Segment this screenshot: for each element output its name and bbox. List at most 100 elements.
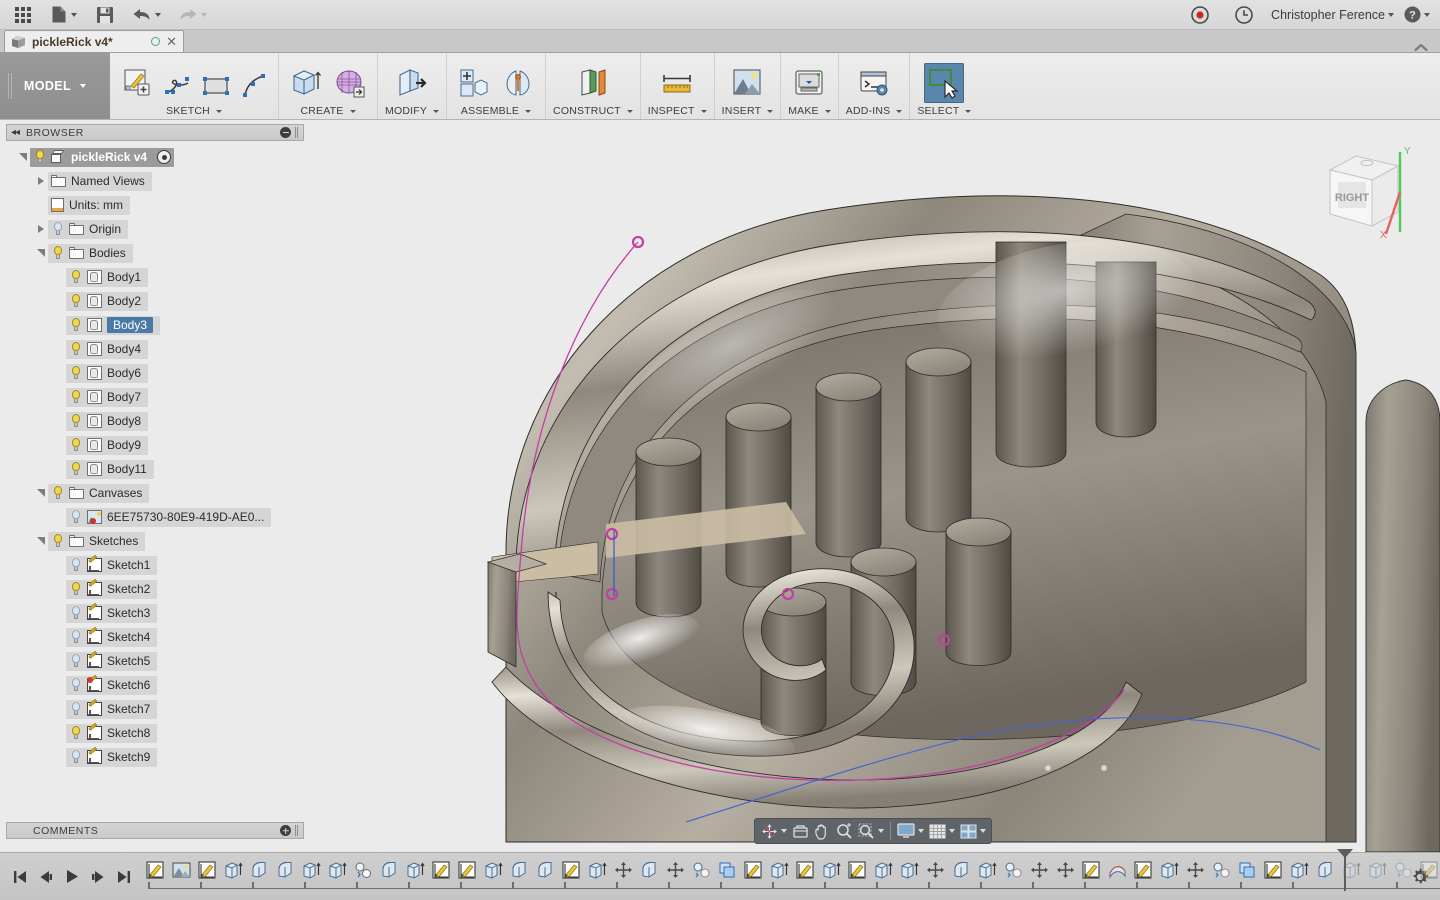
viewport-layout-dropdown-icon[interactable] [980, 829, 986, 833]
browser-item-chip[interactable]: Body6 [66, 364, 148, 383]
browser-item-chip[interactable]: Body11 [66, 460, 154, 479]
apps-grid-icon[interactable] [6, 2, 40, 28]
collapse-triangle-icon[interactable] [34, 529, 48, 553]
new-component-icon[interactable] [454, 63, 494, 103]
visibility-bulb-icon[interactable] [69, 390, 82, 404]
collapse-triangle-icon[interactable] [16, 145, 30, 169]
browser-item-chip[interactable]: Named Views [48, 172, 152, 191]
ribbon-group-label-modify[interactable]: MODIFY [385, 103, 439, 117]
browser-item-chip[interactable]: 6EE75730-80E9-419D-AE0... [66, 508, 271, 527]
grid-snap-dropdown-icon[interactable] [949, 829, 955, 833]
fit-dropdown-icon[interactable] [878, 829, 884, 833]
browser-item-chip[interactable]: Units: mm [48, 196, 130, 215]
ribbon-group-label-insert[interactable]: INSERT [722, 103, 774, 117]
browser-item-chip[interactable]: Origin [48, 220, 128, 239]
visibility-bulb-icon[interactable] [69, 630, 82, 644]
visibility-bulb-icon[interactable] [69, 342, 82, 356]
browser-tree-item[interactable]: Origin [6, 217, 304, 241]
chevron-up-icon[interactable] [1414, 43, 1440, 52]
browser-tree-item[interactable]: Sketches [6, 529, 304, 553]
close-icon[interactable]: ✕ [166, 35, 177, 48]
ribbon-group-label-select[interactable]: SELECT [917, 103, 971, 117]
fit-icon[interactable] [855, 820, 877, 842]
visibility-bulb-icon[interactable] [69, 726, 82, 740]
step-forward-icon[interactable] [86, 864, 110, 890]
user-menu[interactable]: Christopher Ference [1271, 8, 1394, 22]
visibility-bulb-icon[interactable] [69, 702, 82, 716]
browser-item-chip[interactable]: Sketch6 [66, 676, 157, 695]
browser-tree-item[interactable]: Body8 [6, 409, 304, 433]
visibility-bulb-icon[interactable] [69, 438, 82, 452]
visibility-bulb-icon[interactable] [51, 222, 64, 236]
3d-print-icon[interactable] [789, 63, 829, 103]
timeline-playhead[interactable] [1344, 855, 1346, 891]
visibility-bulb-icon[interactable] [51, 486, 64, 500]
comments-resize-handle[interactable] [295, 825, 299, 836]
visibility-bulb-icon[interactable] [69, 606, 82, 620]
browser-tree-item[interactable]: Body9 [6, 433, 304, 457]
press-pull-icon[interactable] [392, 63, 432, 103]
browser-item-chip[interactable]: Sketches [48, 532, 145, 551]
browser-item-chip[interactable]: Sketch8 [66, 724, 157, 743]
browser-tree-item[interactable]: Sketch4 [6, 625, 304, 649]
browser-item-chip[interactable]: Body9 [66, 436, 148, 455]
browser-tree-item[interactable]: Sketch3 [6, 601, 304, 625]
browser-item-chip[interactable]: Sketch9 [66, 748, 157, 767]
orbit-dropdown-icon[interactable] [781, 829, 787, 833]
browser-tree-item[interactable]: Body2 [6, 289, 304, 313]
save-icon[interactable] [88, 2, 122, 28]
browser-tree-item[interactable]: 6EE75730-80E9-419D-AE0... [6, 505, 304, 529]
create-sketch-icon[interactable] [117, 63, 157, 103]
scripts-addins-icon[interactable] [854, 63, 894, 103]
browser-item-chip[interactable]: Body8 [66, 412, 148, 431]
job-status-clock-icon[interactable] [1227, 2, 1261, 28]
orbit-icon[interactable] [758, 820, 780, 842]
measure-icon[interactable] [657, 63, 697, 103]
viewport-layout-icon[interactable] [957, 820, 979, 842]
visibility-bulb-icon[interactable] [51, 534, 64, 548]
document-tab[interactable]: pickleRick v4* ✕ [4, 30, 184, 52]
ribbon-group-label-sketch[interactable]: SKETCH [166, 103, 222, 117]
browser-item-chip[interactable]: Body1 [66, 268, 148, 287]
browser-item-chip[interactable]: Sketch3 [66, 604, 157, 623]
step-back-icon[interactable] [34, 864, 58, 890]
line-icon[interactable] [161, 69, 195, 103]
browser-tree-item[interactable]: Canvases [6, 481, 304, 505]
ribbon-group-label-addins[interactable]: ADD-INS [846, 103, 903, 117]
browser-tree-item[interactable]: Body11 [6, 457, 304, 481]
visibility-bulb-icon[interactable] [69, 294, 82, 308]
offset-plane-icon[interactable] [573, 63, 613, 103]
expand-triangle-icon[interactable] [34, 169, 48, 193]
panel-resize-handle[interactable] [295, 127, 299, 138]
3d-viewport[interactable]: RIGHT Y X [306, 122, 1440, 852]
browser-tree-item[interactable]: Sketch2 [6, 577, 304, 601]
visibility-bulb-icon[interactable] [69, 582, 82, 596]
ribbon-group-label-create[interactable]: CREATE [300, 103, 355, 117]
browser-item-chip[interactable]: Sketch1 [66, 556, 157, 575]
browser-tree-item[interactable]: Sketch9 [6, 745, 304, 769]
browser-tree-item[interactable]: Sketch8 [6, 721, 304, 745]
look-at-icon[interactable] [789, 820, 811, 842]
ribbon-group-label-construct[interactable]: CONSTRUCT [553, 103, 633, 117]
expand-triangle-icon[interactable] [34, 217, 48, 241]
browser-item-chip[interactable]: Bodies [48, 244, 133, 263]
browser-item-chip[interactable]: Canvases [48, 484, 149, 503]
select-cursor-icon[interactable] [924, 63, 964, 103]
visibility-bulb-icon[interactable] [51, 246, 64, 260]
help-icon[interactable]: ? [1404, 2, 1430, 28]
circle-minus-icon[interactable] [280, 127, 291, 138]
browser-tree-item[interactable]: Sketch7 [6, 697, 304, 721]
display-settings-icon[interactable] [895, 820, 917, 842]
ribbon-group-label-inspect[interactable]: INSPECT [648, 103, 707, 117]
redo-icon[interactable] [170, 2, 214, 28]
collapse-triangle-icon[interactable] [34, 241, 48, 265]
browser-tree-item[interactable]: Body7 [6, 385, 304, 409]
view-cube[interactable]: RIGHT Y X [1312, 136, 1422, 246]
new-file-icon[interactable] [42, 2, 86, 28]
undo-icon[interactable] [124, 2, 168, 28]
browser-item-chip[interactable]: Body4 [66, 340, 148, 359]
jump-start-icon[interactable] [8, 864, 32, 890]
joint-icon[interactable] [498, 63, 538, 103]
play-icon[interactable] [60, 864, 84, 890]
insert-canvas-icon[interactable] [727, 63, 767, 103]
